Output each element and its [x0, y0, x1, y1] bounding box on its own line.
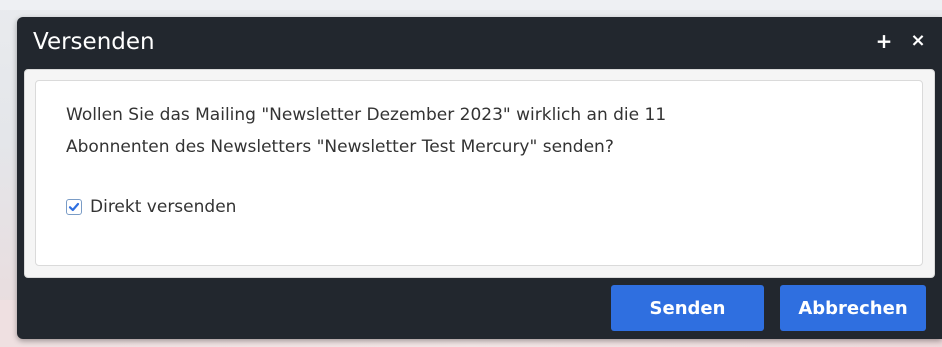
cancel-button[interactable]: Abbrechen: [780, 285, 926, 331]
confirmation-message-line-2: Abonnenten des Newsletters "Newsletter T…: [66, 137, 614, 157]
close-icon[interactable]: ×: [907, 29, 929, 53]
direct-send-checkbox[interactable]: [66, 199, 82, 215]
checkmark-icon: [68, 202, 80, 212]
dialog-content: Wollen Sie das Mailing "Newsletter Dezem…: [24, 69, 935, 278]
plus-icon[interactable]: +: [873, 29, 895, 53]
confirmation-message-line-1: Wollen Sie das Mailing "Newsletter Dezem…: [66, 105, 667, 125]
dialog-message-panel: Wollen Sie das Mailing "Newsletter Dezem…: [35, 80, 923, 266]
send-button[interactable]: Senden: [611, 285, 764, 331]
page-background-top: [0, 0, 942, 10]
direct-send-label: Direkt versenden: [90, 197, 237, 217]
confirmation-message: Wollen Sie das Mailing "Newsletter Dezem…: [66, 99, 786, 163]
dialog-titlebar[interactable]: Versenden + ×: [17, 17, 942, 69]
direct-send-option[interactable]: Direkt versenden: [66, 195, 236, 219]
send-dialog: Versenden + × Wollen Sie das Mailing "Ne…: [17, 17, 942, 339]
dialog-title: Versenden: [33, 29, 155, 55]
